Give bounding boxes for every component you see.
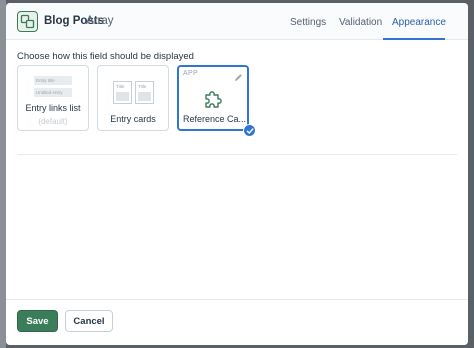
puzzle-icon xyxy=(203,89,223,114)
preview-card-title: Title xyxy=(116,84,125,89)
option-label: Entry links list xyxy=(25,103,81,113)
dialog-footer: Save Cancel xyxy=(6,299,468,345)
appearance-instruction: Choose how this field should be displaye… xyxy=(17,51,194,62)
field-type: Array xyxy=(86,15,114,27)
preview-card: Title xyxy=(135,81,154,104)
option-label: Reference Ca... xyxy=(183,114,247,124)
selected-check-icon xyxy=(243,124,256,137)
appearance-option-entry-cards[interactable]: Title Title Entry cards xyxy=(97,65,169,131)
pencil-icon[interactable] xyxy=(234,69,243,87)
preview-line: Untitled entry xyxy=(34,88,72,97)
preview-card-title: Title xyxy=(138,84,147,89)
app-badge: APP xyxy=(183,70,198,77)
tab-appearance[interactable]: Appearance xyxy=(392,17,446,28)
preview-card-thumbnail xyxy=(116,92,129,101)
appearance-option-entry-links-list[interactable]: Entry title Untitled entry Entry links l… xyxy=(17,65,89,131)
preview-line: Entry title xyxy=(34,76,72,85)
preview-card: Title xyxy=(113,81,132,104)
reference-icon xyxy=(17,11,38,32)
active-tab-indicator xyxy=(383,38,445,40)
dialog-header: Blog Posts Array Settings Validation App… xyxy=(6,3,468,40)
tab-settings[interactable]: Settings xyxy=(290,17,326,28)
appearance-option-reference-cards[interactable]: APP Reference Ca... xyxy=(177,65,249,131)
field-appearance-dialog: Blog Posts Array Settings Validation App… xyxy=(6,3,468,345)
preview-card-thumbnail xyxy=(138,92,151,101)
option-label: Entry cards xyxy=(110,114,156,124)
save-button[interactable]: Save xyxy=(17,310,58,332)
cancel-button[interactable]: Cancel xyxy=(65,310,113,332)
divider xyxy=(17,154,457,155)
option-default-label: (default) xyxy=(38,117,68,126)
tab-validation[interactable]: Validation xyxy=(339,17,382,28)
